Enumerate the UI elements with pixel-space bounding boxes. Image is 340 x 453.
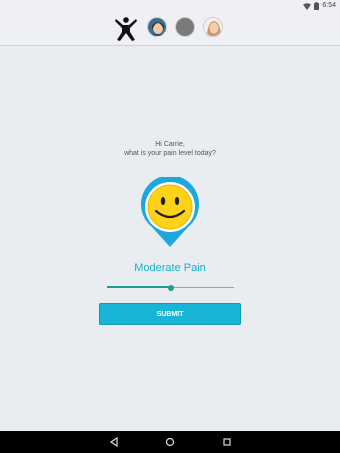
navigation-bar	[0, 431, 340, 453]
slider-fill	[107, 286, 171, 288]
smiley-pin-icon	[140, 175, 200, 249]
recents-icon[interactable]	[221, 436, 233, 448]
battery-icon	[314, 2, 320, 10]
greeting: Hi Carrie, what is your pain level today…	[0, 140, 340, 158]
greeting-line-1: Hi Carrie,	[155, 141, 185, 148]
avatar-3[interactable]	[203, 17, 223, 37]
header	[0, 12, 340, 46]
status-time: 6:54	[322, 2, 336, 9]
pain-level-label: Moderate Pain	[134, 262, 206, 274]
submit-button[interactable]: SUBMIT	[99, 303, 241, 325]
status-icons: 6:54	[303, 1, 336, 11]
pain-slider[interactable]	[107, 283, 234, 293]
back-icon[interactable]	[108, 436, 120, 448]
avatar-2[interactable]	[175, 17, 195, 37]
avatar-1[interactable]	[147, 17, 167, 37]
person-logo[interactable]	[114, 16, 138, 42]
home-icon[interactable]	[164, 436, 176, 448]
status-bar: 6:54	[0, 0, 340, 12]
greeting-line-2: what is your pain level today?	[124, 150, 216, 157]
wifi-icon	[303, 2, 312, 10]
slider-thumb[interactable]	[167, 285, 174, 291]
